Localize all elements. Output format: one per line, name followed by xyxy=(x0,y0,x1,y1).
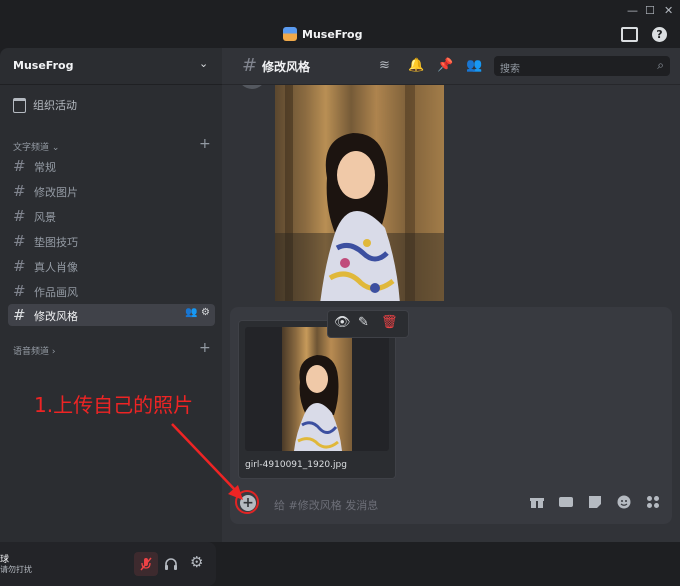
emoji-icon[interactable] xyxy=(617,495,631,509)
close-icon[interactable]: ✕ xyxy=(664,4,673,17)
message-list xyxy=(222,85,680,301)
trash-icon[interactable]: 🗑 xyxy=(381,315,398,330)
calendar-icon xyxy=(13,98,26,113)
attachment-filename: girl-4910091_1920.jpg xyxy=(245,460,347,470)
channel-item-6[interactable]: # 修改风格 👥 ⚙ xyxy=(8,304,215,326)
channel-item-5[interactable]: # 作品画风 xyxy=(8,280,215,302)
search-icon: ⌕ xyxy=(657,58,664,72)
hashtag-icon: # xyxy=(13,157,26,175)
posted-photo[interactable] xyxy=(275,85,444,301)
window-titlebar: — ☐ ✕ xyxy=(0,0,680,22)
hashtag-icon: # xyxy=(13,182,26,200)
hashtag-icon: # xyxy=(13,306,26,324)
server-header[interactable]: MuseFrog ⌄ xyxy=(0,48,222,85)
threads-icon[interactable]: ≋ xyxy=(379,58,390,73)
attachment-thumbnail xyxy=(245,327,389,451)
category-text-channels[interactable]: 文字频道 ⌄ xyxy=(13,140,59,153)
app-title-bar: MuseFrog ? xyxy=(0,22,680,48)
search-input[interactable]: 搜索 ⌕ xyxy=(494,56,670,76)
channel-actions: 👥 ⚙ xyxy=(185,307,210,318)
mic-muted-icon xyxy=(140,557,152,571)
channel-item-4[interactable]: # 真人肖像 xyxy=(8,255,215,277)
channel-name: 垫图技巧 xyxy=(34,236,78,249)
user-status: 请勿打扰 xyxy=(0,565,32,574)
hashtag-icon: # xyxy=(13,257,26,275)
events-label: 组织活动 xyxy=(33,99,77,112)
channel-name: 修改风格 xyxy=(34,310,78,323)
channel-title: 修改风格 xyxy=(262,60,311,74)
app-title: MuseFrog xyxy=(302,28,363,41)
add-channel-icon[interactable]: + xyxy=(199,136,211,152)
apps-icon[interactable] xyxy=(646,495,660,509)
upload-attachment[interactable]: girl-4910091_1920.jpg xyxy=(238,320,396,479)
user-settings-gear-icon[interactable]: ⚙ xyxy=(190,553,203,571)
mute-mic-button[interactable] xyxy=(134,552,158,576)
composer: girl-4910091_1920.jpg 👁 ✎ 🗑 + 给 #修改风格 发消… xyxy=(230,307,672,524)
avatar xyxy=(238,85,266,89)
invite-icon[interactable]: 👥 xyxy=(185,307,197,318)
sticker-icon[interactable] xyxy=(588,495,602,509)
bell-icon[interactable]: 🔔 xyxy=(408,58,424,73)
hashtag-icon: # xyxy=(13,282,26,300)
gif-icon[interactable] xyxy=(559,495,573,509)
hashtag-icon: # xyxy=(13,232,26,250)
message-input[interactable]: 给 #修改风格 发消息 xyxy=(274,497,378,513)
eye-icon[interactable]: 👁 xyxy=(334,315,351,330)
hashtag-icon: # xyxy=(242,55,258,76)
inbox-icon[interactable] xyxy=(621,27,638,42)
add-voice-channel-icon[interactable]: + xyxy=(199,340,211,356)
category-voice-channels[interactable]: 语音频道 › xyxy=(13,344,55,357)
channel-item-3[interactable]: # 垫图技巧 xyxy=(8,230,215,252)
minimize-icon[interactable]: — xyxy=(627,4,638,17)
channel-name: 真人肖像 xyxy=(34,261,78,274)
hashtag-icon: # xyxy=(13,207,26,225)
channel-sidebar: MuseFrog ⌄ 组织活动 文字频道 ⌄ + # 常规 # 修改图片 # 风… xyxy=(0,48,222,586)
server-name: MuseFrog xyxy=(13,59,74,72)
tutorial-annotation: 1.上传自己的照片 xyxy=(34,393,194,417)
gear-icon[interactable]: ⚙ xyxy=(201,307,210,318)
member-list-icon[interactable]: 👥 xyxy=(466,58,482,73)
channel-item-1[interactable]: # 修改图片 xyxy=(8,180,215,202)
search-placeholder: 搜索 xyxy=(500,64,520,75)
channel-name: 常规 xyxy=(34,161,56,174)
message-input-row: + 给 #修改风格 发消息 xyxy=(230,484,672,524)
chevron-down-icon[interactable]: ⌄ xyxy=(199,57,208,70)
edit-pencil-icon[interactable]: ✎ xyxy=(358,315,369,330)
main-chat: # 修改风格 ≋ 🔔 📌 👥 搜索 ⌕ girl-4910091_1920.jp… xyxy=(222,48,680,542)
pin-icon[interactable]: 📌 xyxy=(437,58,453,73)
app-logo-icon xyxy=(283,27,297,41)
channel-name: 风景 xyxy=(34,211,56,224)
user-panel: 球 请勿打扰 ⚙ xyxy=(0,542,216,586)
channel-item-0[interactable]: # 常规 xyxy=(8,155,215,177)
gift-icon[interactable] xyxy=(530,495,544,509)
channel-name: 修改图片 xyxy=(34,186,78,199)
help-icon[interactable]: ? xyxy=(652,27,667,42)
attachment-toolbar: 👁 ✎ 🗑 xyxy=(327,310,409,338)
maximize-icon[interactable]: ☐ xyxy=(645,4,655,17)
upload-plus-button[interactable]: + xyxy=(240,495,256,511)
channel-item-2[interactable]: # 风景 xyxy=(8,205,215,227)
channel-name: 作品画风 xyxy=(34,286,78,299)
channel-header: # 修改风格 ≋ 🔔 📌 👥 搜索 ⌕ xyxy=(222,48,680,85)
portrait-illustration xyxy=(275,85,444,301)
headphones-icon[interactable] xyxy=(164,556,178,575)
